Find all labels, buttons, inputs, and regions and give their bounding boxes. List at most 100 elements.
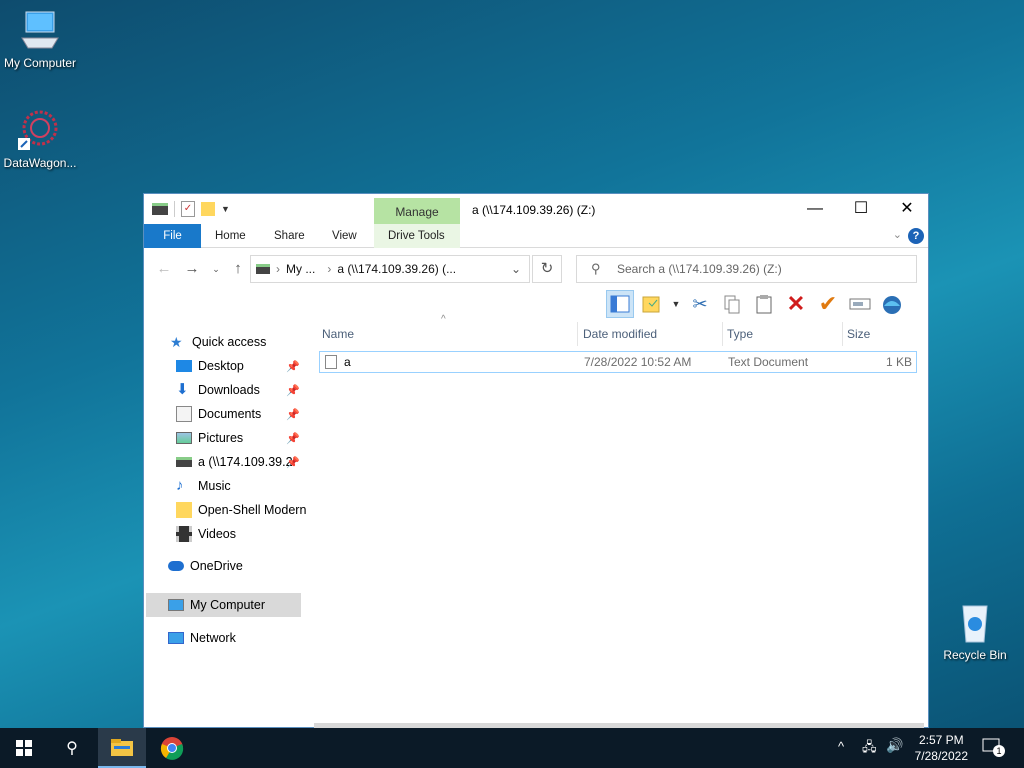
network-drive-icon[interactable] bbox=[152, 203, 168, 215]
refresh-button[interactable]: ↻ bbox=[532, 255, 562, 283]
download-arrow-icon: ⬇ bbox=[176, 381, 189, 398]
open-shell-icon[interactable] bbox=[878, 290, 906, 318]
folder-icon bbox=[176, 502, 192, 518]
column-size[interactable]: Size bbox=[844, 322, 919, 346]
classic-toolbar: ▼ ✂ ✕ ✔ bbox=[606, 290, 906, 318]
navigation-pane-icon[interactable] bbox=[606, 290, 634, 318]
ribbon-expand-icon[interactable]: ⌄ bbox=[893, 228, 902, 241]
navigation-pane: ★ Quick access Desktop 📌 ⬇ Downloads 📌 D… bbox=[144, 322, 306, 724]
search-icon: ⚲ bbox=[66, 740, 78, 757]
column-headers: Name Date modified Type Size bbox=[319, 322, 919, 346]
tab-home[interactable]: Home bbox=[215, 224, 246, 248]
nav-item-network-drive[interactable]: a (\\174.109.39.2 bbox=[176, 450, 293, 474]
address-bar[interactable]: › My ... › a (\\174.109.39.26) (... ⌄ bbox=[250, 255, 530, 283]
back-button[interactable]: ← bbox=[154, 258, 174, 280]
pin-icon: 📌 bbox=[286, 361, 300, 373]
start-button[interactable] bbox=[0, 728, 48, 768]
breadcrumb-current-drive[interactable]: a (\\174.109.39.26) (... bbox=[337, 262, 456, 276]
nav-label: Quick access bbox=[192, 335, 267, 349]
text-file-icon bbox=[325, 355, 337, 369]
nav-my-computer[interactable]: My Computer bbox=[168, 593, 265, 617]
file-row[interactable]: a 7/28/2022 10:52 AM Text Document 1 KB bbox=[319, 351, 917, 373]
volume-icon[interactable]: 🔊 bbox=[886, 737, 903, 754]
nav-onedrive[interactable]: OneDrive bbox=[168, 554, 243, 578]
breadcrumb-separator: › bbox=[327, 262, 332, 276]
show-hidden-icons-button[interactable]: ^ bbox=[838, 739, 844, 754]
minimize-button[interactable]: — bbox=[792, 194, 838, 224]
delete-icon[interactable]: ✕ bbox=[782, 290, 810, 318]
breadcrumb-separator: › bbox=[276, 262, 280, 276]
desktop-icon-my-computer[interactable]: My Computer bbox=[0, 8, 80, 70]
pin-icon: 📌 bbox=[286, 433, 300, 445]
action-center-button[interactable]: 1 bbox=[982, 738, 1005, 757]
nav-item-videos[interactable]: Videos bbox=[176, 522, 236, 546]
desktop-icon-datawagon[interactable]: DataWagon... bbox=[0, 108, 80, 170]
copy-icon[interactable] bbox=[718, 290, 746, 318]
search-button[interactable]: ⚲ bbox=[48, 728, 96, 768]
clock-time: 2:57 PM bbox=[918, 733, 964, 747]
clock[interactable]: 2:57 PM 7/28/2022 bbox=[915, 732, 968, 764]
help-icon[interactable]: ? bbox=[908, 228, 924, 244]
customize-qat-icon[interactable]: ▼ bbox=[221, 204, 230, 214]
notification-count: 1 bbox=[993, 745, 1005, 757]
nav-item-desktop[interactable]: Desktop bbox=[176, 354, 244, 378]
search-icon: ⚲ bbox=[591, 261, 601, 276]
forward-button[interactable]: → bbox=[182, 258, 202, 280]
desktop-icon-recycle-bin[interactable]: Recycle Bin bbox=[935, 600, 1015, 662]
tab-file[interactable]: File bbox=[144, 224, 201, 248]
pin-icon: 📌 bbox=[286, 457, 300, 469]
nav-item-downloads[interactable]: ⬇ Downloads bbox=[176, 378, 260, 402]
nav-label: Videos bbox=[198, 527, 236, 541]
star-icon: ★ bbox=[170, 334, 183, 350]
file-size: 1 KB bbox=[885, 355, 912, 369]
tab-drive-tools[interactable]: Drive Tools bbox=[388, 224, 445, 248]
window-title: a (\\174.109.39.26) (Z:) bbox=[472, 203, 596, 217]
nav-label: OneDrive bbox=[190, 559, 243, 573]
nav-item-open-shell[interactable]: Open-Shell Modern bbox=[176, 498, 306, 522]
breadcrumb-my-computer[interactable]: My ... bbox=[286, 262, 315, 276]
ribbon-tabs: File Home Share View Drive Tools ⌄ ? bbox=[144, 224, 928, 248]
properties-check-icon[interactable]: ✔ bbox=[814, 290, 842, 318]
paste-icon[interactable] bbox=[750, 290, 778, 318]
windows-logo-icon bbox=[16, 740, 32, 756]
taskbar-file-explorer[interactable] bbox=[98, 728, 146, 768]
nav-item-music[interactable]: ♪ Music bbox=[176, 474, 231, 498]
cut-icon[interactable]: ✂ bbox=[686, 290, 714, 318]
close-button[interactable]: ✕ bbox=[884, 194, 930, 224]
dropdown-arrow-icon[interactable]: ▼ bbox=[670, 290, 682, 318]
clock-date: 7/28/2022 bbox=[914, 749, 968, 763]
column-date-modified[interactable]: Date modified bbox=[580, 322, 723, 346]
rename-icon[interactable] bbox=[846, 290, 874, 318]
nav-label: Network bbox=[190, 631, 236, 645]
film-strip-icon bbox=[176, 526, 192, 542]
nav-label: Documents bbox=[198, 407, 262, 421]
tab-view[interactable]: View bbox=[332, 224, 357, 248]
nav-network[interactable]: Network bbox=[168, 626, 236, 650]
nav-label: My Computer bbox=[190, 598, 266, 612]
nav-item-documents[interactable]: Documents bbox=[176, 402, 261, 426]
nav-label: Pictures bbox=[198, 431, 244, 445]
tab-share[interactable]: Share bbox=[274, 224, 305, 248]
nav-label: Open-Shell Modern bbox=[198, 503, 307, 517]
network-status-icon[interactable]: 🖧 bbox=[862, 738, 877, 760]
nav-quick-access[interactable]: ★ Quick access bbox=[170, 330, 266, 354]
maximize-button[interactable]: ☐ bbox=[838, 194, 884, 224]
pin-icon: 📌 bbox=[286, 409, 300, 421]
address-dropdown-icon[interactable]: ⌄ bbox=[511, 262, 521, 276]
contextual-tab-manage[interactable]: Manage bbox=[374, 198, 460, 224]
up-button[interactable]: ↑ bbox=[228, 258, 248, 280]
column-type[interactable]: Type bbox=[724, 322, 843, 346]
column-name[interactable]: Name bbox=[319, 322, 578, 346]
navigation-row: ← → ⌄ ↑ › My ... › a (\\174.109.39.26) (… bbox=[144, 254, 928, 284]
pin-icon: 📌 bbox=[286, 385, 300, 397]
new-folder-icon[interactable] bbox=[201, 202, 215, 216]
file-explorer-icon bbox=[111, 739, 133, 756]
properties-icon[interactable]: ✓ bbox=[181, 201, 195, 217]
nav-label: Desktop bbox=[198, 359, 244, 373]
nav-item-pictures[interactable]: Pictures bbox=[176, 426, 243, 450]
computer-icon bbox=[18, 8, 62, 52]
search-input[interactable]: ⚲ Search a (\\174.109.39.26) (Z:) bbox=[576, 255, 917, 283]
recent-locations-button[interactable]: ⌄ bbox=[206, 258, 226, 280]
folder-options-icon[interactable] bbox=[638, 290, 666, 318]
taskbar-chrome[interactable] bbox=[148, 728, 196, 768]
